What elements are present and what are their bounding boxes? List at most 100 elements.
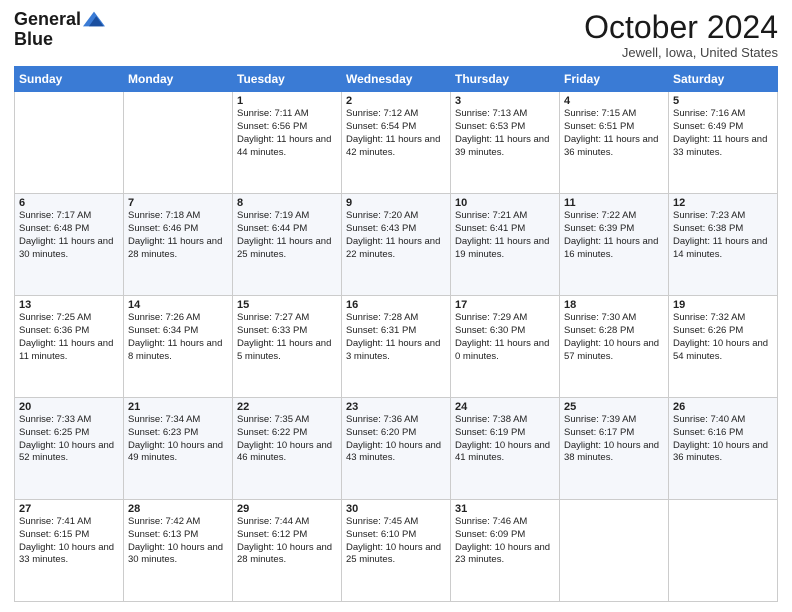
- day-number: 5: [673, 95, 773, 107]
- logo-blue: Blue: [14, 30, 105, 50]
- day-info: Sunrise: 7:16 AMSunset: 6:49 PMDaylight:…: [673, 108, 773, 159]
- day-info: Sunrise: 7:44 AMSunset: 6:12 PMDaylight:…: [237, 516, 337, 567]
- calendar-cell: 3Sunrise: 7:13 AMSunset: 6:53 PMDaylight…: [451, 92, 560, 194]
- day-info: Sunrise: 7:23 AMSunset: 6:38 PMDaylight:…: [673, 210, 773, 261]
- day-info: Sunrise: 7:21 AMSunset: 6:41 PMDaylight:…: [455, 210, 555, 261]
- calendar-cell: [15, 92, 124, 194]
- calendar-week-row: 1Sunrise: 7:11 AMSunset: 6:56 PMDaylight…: [15, 92, 778, 194]
- day-info: Sunrise: 7:25 AMSunset: 6:36 PMDaylight:…: [19, 312, 119, 363]
- logo-general: General: [14, 10, 81, 30]
- calendar-cell: 28Sunrise: 7:42 AMSunset: 6:13 PMDayligh…: [124, 500, 233, 602]
- weekday-header: Sunday: [15, 67, 124, 92]
- day-info: Sunrise: 7:26 AMSunset: 6:34 PMDaylight:…: [128, 312, 228, 363]
- calendar-cell: 15Sunrise: 7:27 AMSunset: 6:33 PMDayligh…: [233, 296, 342, 398]
- day-info: Sunrise: 7:20 AMSunset: 6:43 PMDaylight:…: [346, 210, 446, 261]
- calendar-cell: 13Sunrise: 7:25 AMSunset: 6:36 PMDayligh…: [15, 296, 124, 398]
- day-info: Sunrise: 7:34 AMSunset: 6:23 PMDaylight:…: [128, 414, 228, 465]
- weekday-header: Friday: [560, 67, 669, 92]
- calendar-cell: 14Sunrise: 7:26 AMSunset: 6:34 PMDayligh…: [124, 296, 233, 398]
- calendar-cell: 30Sunrise: 7:45 AMSunset: 6:10 PMDayligh…: [342, 500, 451, 602]
- calendar-cell: 11Sunrise: 7:22 AMSunset: 6:39 PMDayligh…: [560, 194, 669, 296]
- calendar-cell: 17Sunrise: 7:29 AMSunset: 6:30 PMDayligh…: [451, 296, 560, 398]
- calendar-cell: 26Sunrise: 7:40 AMSunset: 6:16 PMDayligh…: [669, 398, 778, 500]
- day-number: 2: [346, 95, 446, 107]
- day-info: Sunrise: 7:40 AMSunset: 6:16 PMDaylight:…: [673, 414, 773, 465]
- day-number: 25: [564, 401, 664, 413]
- day-number: 17: [455, 299, 555, 311]
- title-block: October 2024 Jewell, Iowa, United States: [584, 10, 778, 60]
- day-info: Sunrise: 7:32 AMSunset: 6:26 PMDaylight:…: [673, 312, 773, 363]
- calendar-cell: 18Sunrise: 7:30 AMSunset: 6:28 PMDayligh…: [560, 296, 669, 398]
- day-info: Sunrise: 7:12 AMSunset: 6:54 PMDaylight:…: [346, 108, 446, 159]
- calendar-cell: 7Sunrise: 7:18 AMSunset: 6:46 PMDaylight…: [124, 194, 233, 296]
- calendar-cell: 25Sunrise: 7:39 AMSunset: 6:17 PMDayligh…: [560, 398, 669, 500]
- calendar-cell: [124, 92, 233, 194]
- calendar-cell: 31Sunrise: 7:46 AMSunset: 6:09 PMDayligh…: [451, 500, 560, 602]
- weekday-header: Thursday: [451, 67, 560, 92]
- calendar-cell: 27Sunrise: 7:41 AMSunset: 6:15 PMDayligh…: [15, 500, 124, 602]
- day-info: Sunrise: 7:27 AMSunset: 6:33 PMDaylight:…: [237, 312, 337, 363]
- day-number: 29: [237, 503, 337, 515]
- calendar-cell: 6Sunrise: 7:17 AMSunset: 6:48 PMDaylight…: [15, 194, 124, 296]
- day-number: 31: [455, 503, 555, 515]
- day-number: 15: [237, 299, 337, 311]
- day-number: 12: [673, 197, 773, 209]
- header: General Blue October 2024 Jewell, Iowa, …: [14, 10, 778, 60]
- day-number: 1: [237, 95, 337, 107]
- weekday-header: Tuesday: [233, 67, 342, 92]
- calendar-cell: [560, 500, 669, 602]
- day-info: Sunrise: 7:39 AMSunset: 6:17 PMDaylight:…: [564, 414, 664, 465]
- calendar-cell: [669, 500, 778, 602]
- day-number: 18: [564, 299, 664, 311]
- calendar-table: SundayMondayTuesdayWednesdayThursdayFrid…: [14, 66, 778, 602]
- day-info: Sunrise: 7:15 AMSunset: 6:51 PMDaylight:…: [564, 108, 664, 159]
- logo: General Blue: [14, 10, 105, 50]
- day-number: 22: [237, 401, 337, 413]
- day-info: Sunrise: 7:41 AMSunset: 6:15 PMDaylight:…: [19, 516, 119, 567]
- day-info: Sunrise: 7:28 AMSunset: 6:31 PMDaylight:…: [346, 312, 446, 363]
- day-number: 4: [564, 95, 664, 107]
- day-number: 20: [19, 401, 119, 413]
- day-info: Sunrise: 7:30 AMSunset: 6:28 PMDaylight:…: [564, 312, 664, 363]
- day-info: Sunrise: 7:46 AMSunset: 6:09 PMDaylight:…: [455, 516, 555, 567]
- day-number: 14: [128, 299, 228, 311]
- calendar-cell: 12Sunrise: 7:23 AMSunset: 6:38 PMDayligh…: [669, 194, 778, 296]
- calendar-week-row: 20Sunrise: 7:33 AMSunset: 6:25 PMDayligh…: [15, 398, 778, 500]
- calendar-cell: 16Sunrise: 7:28 AMSunset: 6:31 PMDayligh…: [342, 296, 451, 398]
- day-number: 10: [455, 197, 555, 209]
- day-info: Sunrise: 7:11 AMSunset: 6:56 PMDaylight:…: [237, 108, 337, 159]
- day-number: 13: [19, 299, 119, 311]
- day-number: 16: [346, 299, 446, 311]
- calendar-week-row: 6Sunrise: 7:17 AMSunset: 6:48 PMDaylight…: [15, 194, 778, 296]
- day-info: Sunrise: 7:45 AMSunset: 6:10 PMDaylight:…: [346, 516, 446, 567]
- day-info: Sunrise: 7:35 AMSunset: 6:22 PMDaylight:…: [237, 414, 337, 465]
- day-info: Sunrise: 7:17 AMSunset: 6:48 PMDaylight:…: [19, 210, 119, 261]
- day-number: 27: [19, 503, 119, 515]
- day-info: Sunrise: 7:13 AMSunset: 6:53 PMDaylight:…: [455, 108, 555, 159]
- day-number: 26: [673, 401, 773, 413]
- day-number: 8: [237, 197, 337, 209]
- day-info: Sunrise: 7:18 AMSunset: 6:46 PMDaylight:…: [128, 210, 228, 261]
- calendar-cell: 19Sunrise: 7:32 AMSunset: 6:26 PMDayligh…: [669, 296, 778, 398]
- calendar-cell: 8Sunrise: 7:19 AMSunset: 6:44 PMDaylight…: [233, 194, 342, 296]
- day-number: 30: [346, 503, 446, 515]
- day-number: 6: [19, 197, 119, 209]
- calendar-cell: 23Sunrise: 7:36 AMSunset: 6:20 PMDayligh…: [342, 398, 451, 500]
- weekday-header: Monday: [124, 67, 233, 92]
- calendar-week-row: 13Sunrise: 7:25 AMSunset: 6:36 PMDayligh…: [15, 296, 778, 398]
- calendar-cell: 22Sunrise: 7:35 AMSunset: 6:22 PMDayligh…: [233, 398, 342, 500]
- day-info: Sunrise: 7:36 AMSunset: 6:20 PMDaylight:…: [346, 414, 446, 465]
- calendar-cell: 10Sunrise: 7:21 AMSunset: 6:41 PMDayligh…: [451, 194, 560, 296]
- day-info: Sunrise: 7:33 AMSunset: 6:25 PMDaylight:…: [19, 414, 119, 465]
- day-info: Sunrise: 7:42 AMSunset: 6:13 PMDaylight:…: [128, 516, 228, 567]
- calendar-week-row: 27Sunrise: 7:41 AMSunset: 6:15 PMDayligh…: [15, 500, 778, 602]
- day-info: Sunrise: 7:29 AMSunset: 6:30 PMDaylight:…: [455, 312, 555, 363]
- day-number: 11: [564, 197, 664, 209]
- day-number: 24: [455, 401, 555, 413]
- calendar-cell: 4Sunrise: 7:15 AMSunset: 6:51 PMDaylight…: [560, 92, 669, 194]
- calendar-cell: 29Sunrise: 7:44 AMSunset: 6:12 PMDayligh…: [233, 500, 342, 602]
- weekday-header: Saturday: [669, 67, 778, 92]
- page: General Blue October 2024 Jewell, Iowa, …: [0, 0, 792, 612]
- calendar-cell: 20Sunrise: 7:33 AMSunset: 6:25 PMDayligh…: [15, 398, 124, 500]
- calendar-cell: 1Sunrise: 7:11 AMSunset: 6:56 PMDaylight…: [233, 92, 342, 194]
